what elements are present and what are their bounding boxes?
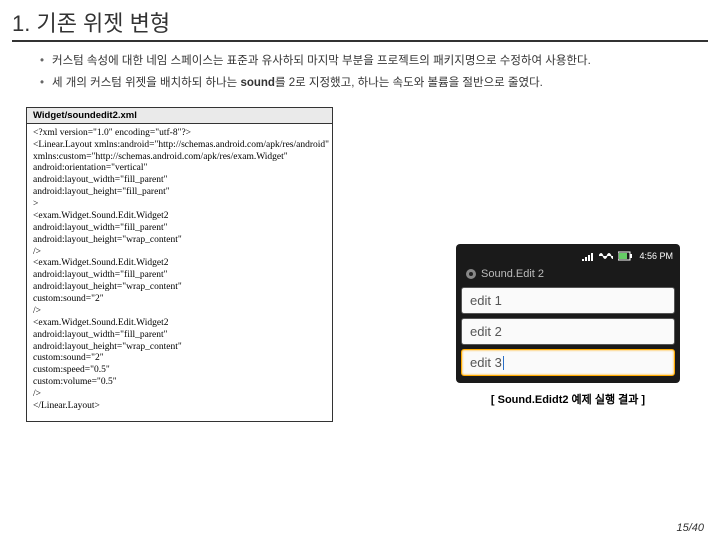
- code-filename: Widget/soundedit2.xml: [26, 107, 333, 124]
- bullet-item: 세 개의 커스텀 위젯을 배치하되 하나는 sound를 2로 지정했고, 하나…: [40, 74, 678, 92]
- soundwave-icon: [599, 251, 613, 261]
- edit-row-text: edit 3: [470, 355, 502, 370]
- clock-text: 4:56 PM: [639, 251, 673, 261]
- phone-frame: 4:56 PM Sound.Edit 2 edit 1 edit 2 edit …: [456, 244, 680, 383]
- edit-row-focused[interactable]: edit 3: [461, 349, 675, 376]
- text-cursor: [503, 356, 505, 370]
- bullet-list: 커스텀 속성에 대한 네임 스페이스는 표준과 유사하되 마지막 부분을 프로젝…: [40, 52, 678, 93]
- edit-row[interactable]: edit 2: [461, 318, 675, 345]
- app-title-text: Sound.Edit 2: [481, 268, 544, 280]
- signal-icon: [582, 251, 594, 261]
- bold-word: sound: [240, 77, 275, 89]
- status-bar: 4:56 PM: [459, 247, 677, 265]
- phone-mock-area: 4:56 PM Sound.Edit 2 edit 1 edit 2 edit …: [456, 244, 680, 407]
- page-number: 15/40: [676, 522, 704, 534]
- app-title-bar: Sound.Edit 2: [459, 265, 677, 285]
- edit-row[interactable]: edit 1: [461, 287, 675, 314]
- slide-title: 1. 기존 위젯 변형: [12, 6, 708, 42]
- battery-icon: [618, 251, 634, 261]
- phone-caption: [ Sound.Edidt2 예제 실행 결과 ]: [456, 391, 680, 407]
- code-body: <?xml version="1.0" encoding="utf-8"?> <…: [26, 124, 333, 422]
- app-icon: [465, 268, 477, 280]
- bullet-item: 커스텀 속성에 대한 네임 스페이스는 표준과 유사하되 마지막 부분을 프로젝…: [40, 52, 678, 70]
- slide-root: 1. 기존 위젯 변형 커스텀 속성에 대한 네임 스페이스는 표준과 유사하되…: [0, 0, 720, 540]
